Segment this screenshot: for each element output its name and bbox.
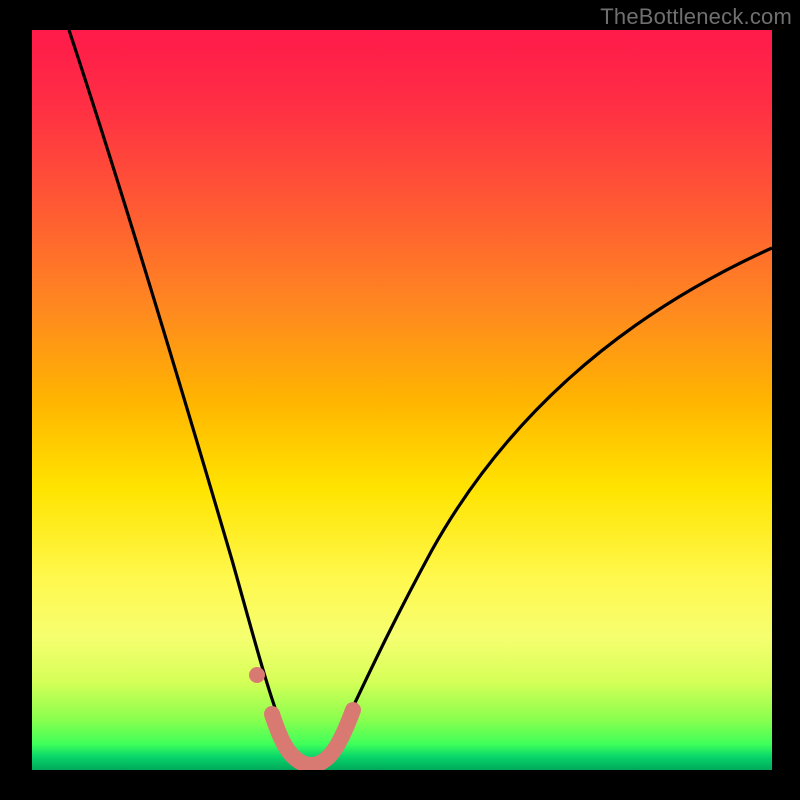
bottleneck-curve [32,30,772,770]
chart-frame: TheBottleneck.com [0,0,800,800]
highlight-marker-dot [249,667,265,683]
curve-highlight [272,710,353,765]
plot-area [32,30,772,770]
curve-path [69,30,772,763]
watermark-text: TheBottleneck.com [600,4,792,30]
